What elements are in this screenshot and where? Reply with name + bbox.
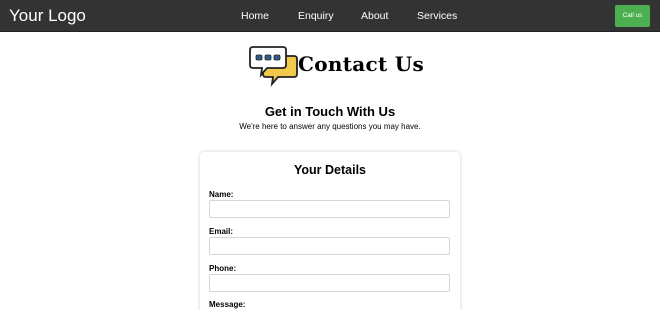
email-label: Email:	[209, 227, 234, 236]
page-title: Contact Us	[298, 52, 425, 76]
chat-bubbles-icon	[248, 44, 300, 90]
site-logo[interactable]: Your Logo	[9, 6, 86, 26]
nav-link-services[interactable]: Services	[417, 10, 457, 23]
section-subtitle: We're here to answer any questions you m…	[239, 122, 421, 131]
phone-label: Phone:	[209, 264, 237, 273]
nav-link-about[interactable]: About	[361, 10, 388, 23]
name-input[interactable]	[209, 200, 450, 218]
form-title: Your Details	[293, 163, 366, 177]
nav-link-home[interactable]: Home	[241, 10, 269, 23]
call-us-button[interactable]: Call us	[615, 5, 650, 27]
top-navbar: Your Logo Home Enquiry About Services Ca…	[0, 0, 660, 32]
section-heading: Get in Touch With Us	[264, 104, 396, 119]
nav-link-enquiry[interactable]: Enquiry	[298, 10, 334, 23]
name-label: Name:	[209, 190, 234, 199]
phone-input[interactable]	[209, 274, 450, 292]
email-input[interactable]	[209, 237, 450, 255]
message-label: Message:	[209, 300, 246, 309]
contact-form-card: Your Details Name: Email: Phone: Message…	[200, 152, 460, 310]
